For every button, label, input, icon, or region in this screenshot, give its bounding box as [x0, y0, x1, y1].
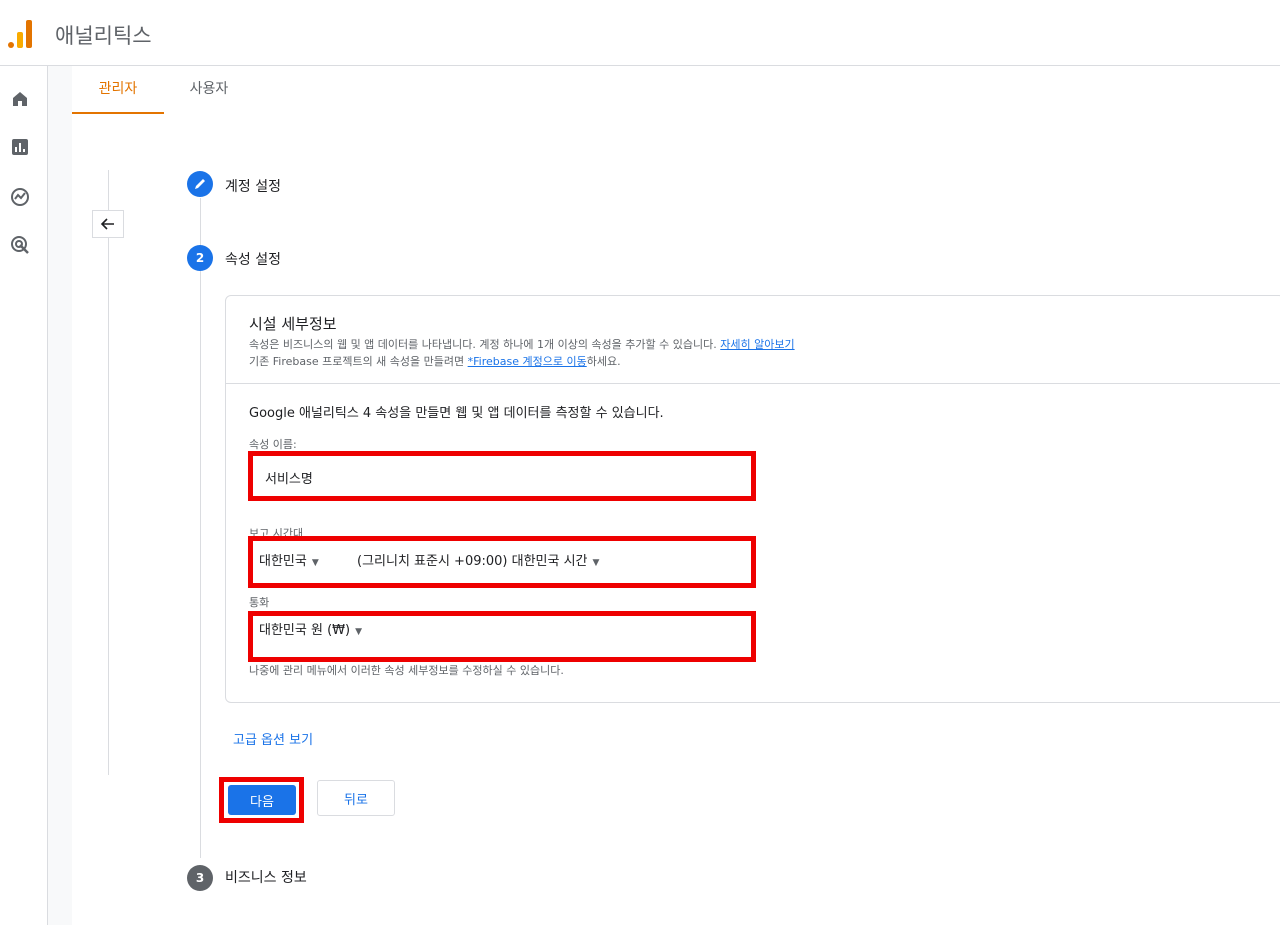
intro-text: Google 애널리틱스 4 속성을 만들면 웹 및 앱 데이터를 측정할 수 … — [249, 406, 664, 421]
left-nav — [0, 66, 48, 925]
firebase-account-link[interactable]: *Firebase 계정으로 이동 — [468, 355, 587, 368]
home-icon[interactable] — [9, 88, 31, 110]
desc2-prefix: 기존 Firebase 프로젝트의 새 속성을 만들려면 — [249, 355, 465, 368]
tab-user[interactable]: 사용자 — [174, 66, 244, 114]
tab-admin[interactable]: 관리자 — [72, 66, 164, 114]
desc1-text: 속성은 비즈니스의 웹 및 앱 데이터를 나타냅니다. 계정 하나에 1개 이상… — [249, 338, 717, 351]
admin-tabs: 관리자 사용자 — [72, 66, 1280, 114]
arrow-left-icon — [100, 218, 114, 230]
desc2-suffix: 하세요. — [586, 355, 621, 368]
pencil-icon — [195, 179, 205, 189]
back-button[interactable]: 뒤로 — [317, 780, 395, 816]
back-arrow-button[interactable] — [92, 210, 124, 238]
card-divider — [225, 383, 1280, 384]
analytics-logo-icon[interactable] — [8, 18, 36, 48]
highlight-currency — [248, 611, 756, 662]
reports-icon[interactable] — [9, 136, 31, 158]
step2-number: 2 — [187, 245, 213, 271]
learn-more-link[interactable]: 자세히 알아보기 — [720, 338, 794, 351]
step3-label[interactable]: 비즈니스 정보 — [225, 867, 307, 887]
currency-label: 통화 — [249, 596, 270, 609]
step2-label: 속성 설정 — [225, 252, 281, 268]
highlight-property-name — [248, 451, 756, 501]
step3-number: 3 — [187, 865, 213, 891]
advanced-options-link[interactable]: 고급 옵션 보기 — [233, 729, 313, 748]
card-title: 시설 세부정보 — [249, 315, 337, 333]
edit-later-note: 나중에 관리 메뉴에서 이러한 속성 세부정보를 수정하실 수 있습니다. — [249, 664, 564, 677]
stepper-line — [200, 198, 201, 858]
highlight-next — [219, 777, 304, 823]
card-description-1: 속성은 비즈니스의 웹 및 앱 데이터를 나타냅니다. 계정 하나에 1개 이상… — [249, 336, 795, 352]
step1-done-icon — [187, 171, 213, 197]
side-divider — [108, 170, 109, 775]
explore-icon[interactable] — [9, 186, 31, 208]
highlight-timezone — [248, 536, 756, 588]
app-title: 애널리틱스 — [55, 24, 152, 48]
card-description-2: 기존 Firebase 프로젝트의 새 속성을 만들려면 *Firebase 계… — [249, 353, 621, 369]
advertising-icon[interactable] — [9, 234, 31, 256]
top-app-bar: 애널리틱스 — [0, 0, 1280, 66]
step1-label[interactable]: 계정 설정 — [225, 176, 281, 196]
property-name-label: 속성 이름: — [249, 438, 297, 451]
